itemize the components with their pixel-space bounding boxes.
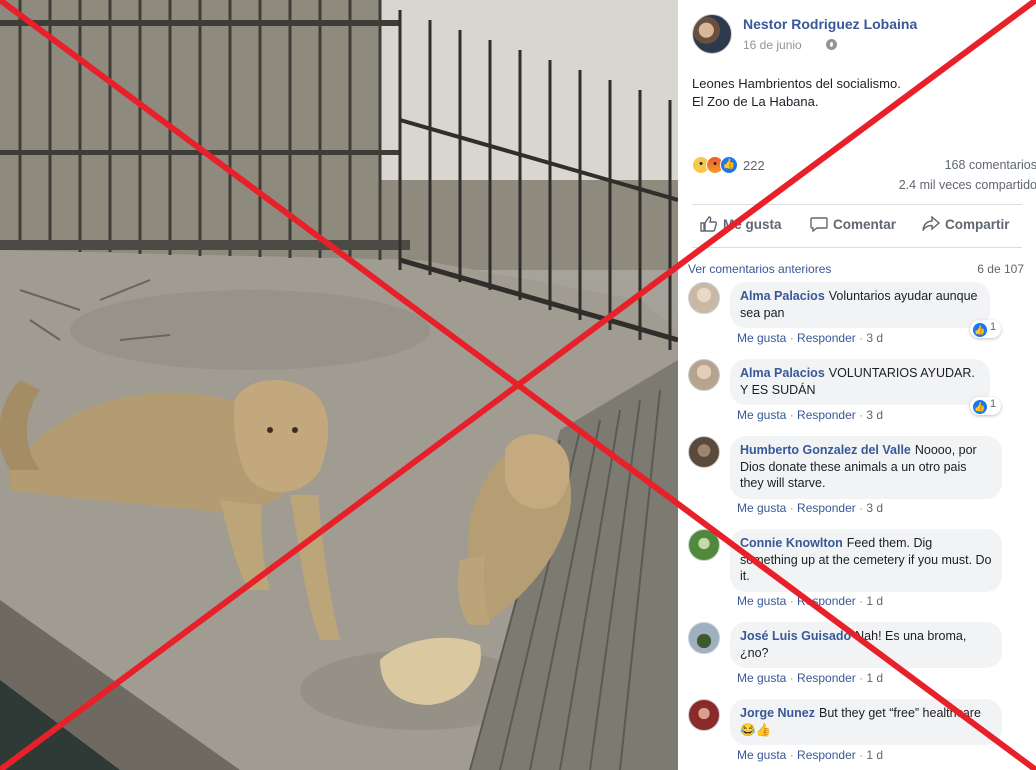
- commenter-avatar[interactable]: [688, 699, 720, 731]
- author-name[interactable]: Nestor Rodriguez Lobaina: [743, 16, 917, 32]
- comment-bubble: Connie Knowlton Feed them. Dig something …: [730, 529, 1002, 592]
- reaction-count[interactable]: 222: [743, 158, 765, 173]
- commenter-name[interactable]: Humberto Gonzalez del Valle: [740, 443, 911, 457]
- comment-reply-link[interactable]: Responder: [797, 331, 856, 345]
- comment-like-count[interactable]: 👍 1: [970, 320, 1002, 338]
- comment-like-count[interactable]: 👍 1: [970, 397, 1002, 415]
- comment-age[interactable]: 3 d: [866, 331, 883, 345]
- comment-like-link[interactable]: Me gusta: [737, 748, 786, 762]
- commenter-avatar[interactable]: [688, 529, 720, 561]
- separator: ·: [786, 501, 798, 515]
- comment-reply-link[interactable]: Responder: [797, 408, 856, 422]
- comment-like-link[interactable]: Me gusta: [737, 594, 786, 608]
- comments-header: Ver comentarios anteriores 6 de 107: [688, 262, 1024, 276]
- comment-age[interactable]: 3 d: [866, 501, 883, 515]
- comment-age[interactable]: 1 d: [866, 671, 883, 685]
- post-photo[interactable]: [0, 0, 678, 770]
- share-button[interactable]: Compartir: [922, 216, 1010, 232]
- commenter-avatar[interactable]: [688, 282, 720, 314]
- post-header: Nestor Rodriguez Lobaina 16 de junio: [692, 12, 1032, 56]
- separator: ·: [855, 408, 867, 422]
- comment-reply-link[interactable]: Responder: [797, 501, 856, 515]
- thumbs-up-icon: [700, 216, 718, 232]
- comment-age[interactable]: 1 d: [866, 594, 883, 608]
- comment-reply-link[interactable]: Responder: [797, 671, 856, 685]
- commenter-avatar[interactable]: [688, 359, 720, 391]
- commenter-name[interactable]: Alma Palacios: [740, 366, 825, 380]
- commenter-avatar[interactable]: [688, 622, 720, 654]
- comment-age[interactable]: 3 d: [866, 408, 883, 422]
- commenter-name[interactable]: Alma Palacios: [740, 289, 825, 303]
- comment-meta: Me gusta · Responder · 1 d: [737, 594, 883, 608]
- comment-bubble: José Luis Guisado Nah! Es una broma, ¿no?: [730, 622, 1002, 668]
- separator: ·: [786, 408, 798, 422]
- commenter-avatar[interactable]: [688, 436, 720, 468]
- post-text: Leones Hambrientos del socialismo. El Zo…: [692, 75, 1022, 111]
- separator: ·: [855, 748, 867, 762]
- like-icon: 👍: [973, 400, 987, 414]
- share-button-label: Compartir: [945, 217, 1010, 232]
- comment-count[interactable]: 168 comentarios: [945, 158, 1036, 172]
- comment-bubble: Humberto Gonzalez del Valle Noooo, por Di…: [730, 436, 1002, 499]
- comment-button-label: Comentar: [833, 217, 897, 232]
- comment-text: But they get “free” healthcare: [819, 706, 981, 720]
- commenter-name[interactable]: Jorge Nunez: [740, 706, 815, 720]
- comment-bubble: Alma Palacios Voluntarios ayudar aunque s…: [730, 282, 990, 328]
- commenter-name[interactable]: Connie Knowlton: [740, 536, 843, 550]
- separator: ·: [786, 331, 798, 345]
- comment-page-count: 6 de 107: [977, 262, 1024, 276]
- post-panel: Nestor Rodriguez Lobaina 16 de junio Leo…: [678, 0, 1036, 770]
- separator: ·: [786, 748, 798, 762]
- comment-bubble: Alma Palacios VOLUNTARIOS AYUDAR. Y ES SU…: [730, 359, 990, 405]
- action-bar: Me gusta Comentar Compartir: [692, 204, 1022, 248]
- comment-meta: Me gusta · Responder · 1 d: [737, 748, 883, 762]
- comment-meta: Me gusta · Responder · 1 d: [737, 671, 883, 685]
- like-button-label: Me gusta: [723, 217, 782, 232]
- like-button[interactable]: Me gusta: [700, 216, 782, 232]
- commenter-name[interactable]: José Luis Guisado: [740, 629, 851, 643]
- comment-like-link[interactable]: Me gusta: [737, 501, 786, 515]
- post-date[interactable]: 16 de junio: [743, 38, 802, 52]
- comment-meta: Me gusta · Responder · 3 d: [737, 501, 883, 515]
- separator: ·: [855, 671, 867, 685]
- separator: ·: [786, 594, 798, 608]
- comment-button[interactable]: Comentar: [810, 216, 896, 232]
- share-count[interactable]: 2.4 mil veces compartido: [899, 178, 1036, 192]
- post-text-line: Leones Hambrientos del socialismo.: [692, 76, 901, 91]
- comment-reply-link[interactable]: Responder: [797, 594, 856, 608]
- comment-like-link[interactable]: Me gusta: [737, 671, 786, 685]
- separator: ·: [855, 594, 867, 608]
- comment-age[interactable]: 1 d: [866, 748, 883, 762]
- view-previous-comments-link[interactable]: Ver comentarios anteriores: [688, 262, 831, 276]
- comment-emoji: 😂👍: [740, 722, 772, 737]
- comment-reply-link[interactable]: Responder: [797, 748, 856, 762]
- like-reaction-icon: 👍: [720, 156, 738, 174]
- comment-meta: Me gusta · Responder · 3 d: [737, 408, 883, 422]
- separator: ·: [855, 331, 867, 345]
- share-icon: [922, 216, 940, 231]
- comment-icon: [810, 217, 828, 232]
- lion-enclosure-image: [0, 0, 678, 770]
- like-icon: 👍: [973, 323, 987, 337]
- comment-like-number: 1: [990, 398, 997, 410]
- comment-like-number: 1: [990, 321, 997, 333]
- comment-like-link[interactable]: Me gusta: [737, 408, 786, 422]
- comment-bubble: Jorge Nunez But they get “free” healthcar…: [730, 699, 1002, 745]
- post-text-line: El Zoo de La Habana.: [692, 94, 819, 109]
- comment-like-link[interactable]: Me gusta: [737, 331, 786, 345]
- comment-meta: Me gusta · Responder · 3 d: [737, 331, 883, 345]
- globe-icon: [826, 39, 837, 50]
- separator: ·: [855, 501, 867, 515]
- reactions-summary[interactable]: • • 👍 222 168 comentarios 2.4 mil veces …: [692, 155, 1036, 192]
- separator: ·: [786, 671, 798, 685]
- author-avatar[interactable]: [692, 14, 732, 54]
